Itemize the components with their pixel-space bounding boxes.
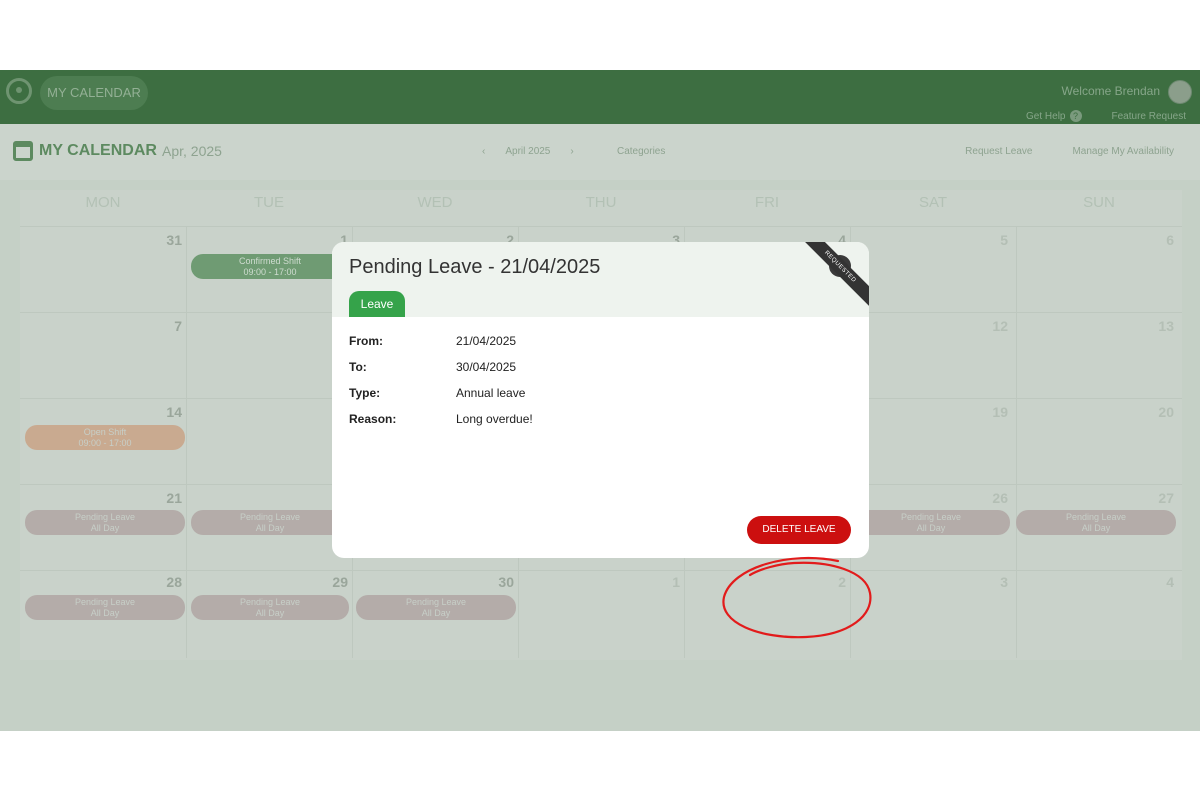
pending-leave-event[interactable]: Pending Leave All Day <box>191 510 349 535</box>
day-number[interactable]: 30 <box>484 574 514 590</box>
prev-month-button[interactable]: ‹ <box>482 146 485 157</box>
event-time: All Day <box>916 523 946 533</box>
open-shift-event[interactable]: Open Shift 09:00 - 17:00 <box>25 425 185 450</box>
detail-label: Type: <box>349 386 381 400</box>
detail-value: 21/04/2025 <box>456 334 517 348</box>
categories-filter[interactable]: Categories <box>617 146 665 157</box>
get-help-label: Get Help <box>1026 111 1066 122</box>
day-number[interactable]: 5 <box>978 232 1008 248</box>
dow-tue: TUE <box>254 194 284 211</box>
day-number[interactable]: 12 <box>978 318 1008 334</box>
detail-label: Reason: <box>349 412 397 426</box>
grid-line <box>186 226 187 658</box>
event-time: 09:00 - 17:00 <box>243 267 297 277</box>
detail-value: Long overdue! <box>456 412 533 426</box>
calendar-icon <box>13 141 33 161</box>
dow-thu: THU <box>585 194 617 211</box>
event-title: Pending Leave <box>239 512 301 522</box>
dow-sun: SUN <box>1083 194 1115 211</box>
detail-row-from: From: 21/04/2025 <box>349 334 533 360</box>
page-subtitle: Apr, 2025 <box>162 143 222 159</box>
app-backdrop: MY CALENDAR Welcome Brendan Get Help? Fe… <box>0 70 1200 731</box>
next-month-button[interactable]: › <box>570 146 573 157</box>
day-number[interactable]: 4 <box>1144 574 1174 590</box>
detail-row-to: To: 30/04/2025 <box>349 360 533 386</box>
day-number[interactable]: 14 <box>152 404 182 420</box>
event-time: All Day <box>1081 523 1111 533</box>
dow-wed: WED <box>417 194 453 211</box>
nav-my-calendar[interactable]: MY CALENDAR <box>40 76 148 110</box>
event-time: All Day <box>255 523 285 533</box>
dow-fri: FRI <box>754 194 780 211</box>
help-icon: ? <box>1069 110 1082 122</box>
day-number[interactable]: 1 <box>650 574 680 590</box>
day-number[interactable]: 19 <box>978 404 1008 420</box>
day-number[interactable]: 26 <box>978 490 1008 506</box>
grid-line <box>1016 226 1017 658</box>
event-time: All Day <box>421 608 451 618</box>
pending-leave-modal: Pending Leave - 21/04/2025 ✕ Leave REQUE… <box>332 242 869 558</box>
detail-value: Annual leave <box>456 386 526 400</box>
event-title: Confirmed Shift <box>238 256 302 266</box>
event-title: Pending Leave <box>74 597 136 607</box>
day-number[interactable]: 31 <box>152 232 182 248</box>
event-title: Pending Leave <box>239 597 301 607</box>
month-selector[interactable]: April 2025 <box>505 146 550 157</box>
day-number[interactable]: 3 <box>978 574 1008 590</box>
grid-line <box>20 226 1182 227</box>
event-time: All Day <box>255 608 285 618</box>
pending-leave-event[interactable]: Pending Leave All Day <box>852 510 1010 535</box>
event-time: All Day <box>90 523 120 533</box>
pending-leave-event[interactable]: Pending Leave All Day <box>356 595 516 620</box>
logo-icon[interactable] <box>6 78 32 104</box>
event-time: All Day <box>90 608 120 618</box>
detail-row-type: Type: Annual leave <box>349 386 533 412</box>
annotation-circle <box>722 557 872 639</box>
pending-leave-event[interactable]: Pending Leave All Day <box>25 510 185 535</box>
detail-value: 30/04/2025 <box>456 360 517 374</box>
welcome-text: Welcome Brendan <box>1061 84 1161 98</box>
modal-title: Pending Leave - 21/04/2025 <box>349 256 601 278</box>
day-number[interactable]: 13 <box>1144 318 1174 334</box>
event-title: Pending Leave <box>1065 512 1127 522</box>
day-number[interactable]: 21 <box>152 490 182 506</box>
page-title: MY CALENDAR <box>39 142 157 159</box>
detail-label: From: <box>349 334 383 348</box>
event-title: Pending Leave <box>900 512 962 522</box>
dow-sat: SAT <box>918 194 948 211</box>
top-header: MY CALENDAR Welcome Brendan Get Help? Fe… <box>0 70 1200 124</box>
day-number[interactable]: 29 <box>318 574 348 590</box>
detail-row-reason: Reason: Long overdue! <box>349 412 533 438</box>
tab-leave[interactable]: Leave <box>349 291 405 317</box>
month-nav: ‹ April 2025 › <box>482 146 574 157</box>
toolbar-actions: Request Leave Manage My Availability <box>965 146 1174 157</box>
grid-line <box>20 570 1182 571</box>
day-number[interactable]: 6 <box>1144 232 1174 248</box>
event-title: Open Shift <box>83 427 127 437</box>
day-number[interactable]: 27 <box>1144 490 1174 506</box>
confirmed-shift-event[interactable]: Confirmed Shift 09:00 - 17:00 <box>191 254 349 279</box>
pending-leave-event[interactable]: Pending Leave All Day <box>25 595 185 620</box>
event-title: Pending Leave <box>405 597 467 607</box>
event-title: Pending Leave <box>74 512 136 522</box>
day-number[interactable]: 20 <box>1144 404 1174 420</box>
avatar[interactable] <box>1168 80 1192 104</box>
day-number[interactable]: 28 <box>152 574 182 590</box>
request-leave-button[interactable]: Request Leave <box>965 146 1032 157</box>
modal-header <box>332 242 869 317</box>
pending-leave-event[interactable]: Pending Leave All Day <box>191 595 349 620</box>
delete-leave-button[interactable]: DELETE LEAVE <box>747 516 851 544</box>
dow-mon: MON <box>85 194 121 211</box>
detail-label: To: <box>349 360 367 374</box>
leave-details: From: 21/04/2025 To: 30/04/2025 Type: An… <box>349 334 533 438</box>
feature-request-link[interactable]: Feature Request <box>1112 111 1187 122</box>
event-time: 09:00 - 17:00 <box>78 438 132 448</box>
pending-leave-event[interactable]: Pending Leave All Day <box>1016 510 1176 535</box>
help-links: Get Help? Feature Request <box>1026 110 1186 122</box>
calendar-toolbar: MY CALENDAR Apr, 2025 ‹ April 2025 › Cat… <box>0 124 1200 180</box>
day-number[interactable]: 7 <box>152 318 182 334</box>
manage-availability-button[interactable]: Manage My Availability <box>1072 146 1174 157</box>
get-help-link[interactable]: Get Help? <box>1026 110 1082 122</box>
